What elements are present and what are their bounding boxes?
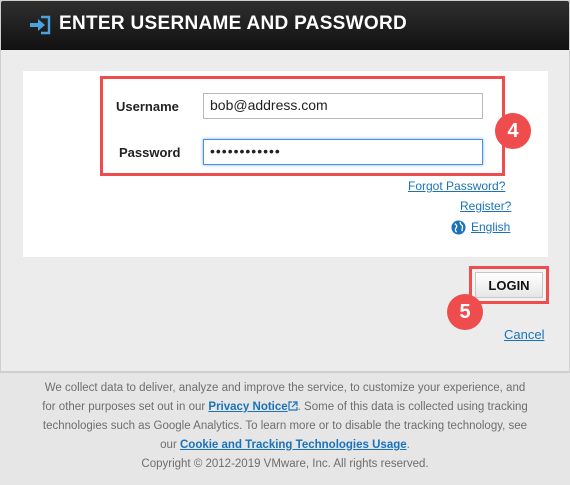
cookie-usage-link[interactable]: Cookie and Tracking Technologies Usage [180, 439, 407, 451]
footer-line-2-suffix: . Some of this data is collected using t… [297, 401, 528, 413]
footer-line-2: for other purposes set out in our Privac… [0, 398, 570, 417]
login-dialog: ENTER USERNAME AND PASSWORD Username bob… [0, 0, 570, 372]
register-link[interactable]: Register? [460, 199, 511, 213]
username-input[interactable]: bob@address.com [203, 93, 483, 119]
footer-line-2-prefix: for other purposes set out in our [42, 401, 209, 413]
copyright-text: Copyright © 2012-2019 VMware, Inc. All r… [141, 458, 429, 470]
password-input[interactable]: •••••••••••• [203, 139, 483, 165]
dialog-header: ENTER USERNAME AND PASSWORD [1, 1, 569, 50]
privacy-footer: We collect data to deliver, analyze and … [0, 372, 570, 485]
password-label: Password [119, 145, 181, 160]
login-button[interactable]: LOGIN [475, 272, 543, 298]
callout-badge-4: 4 [495, 113, 531, 149]
footer-line-1: We collect data to deliver, analyze and … [44, 382, 526, 394]
external-link-icon [288, 401, 298, 411]
language-link[interactable]: English [471, 220, 510, 234]
username-label: Username [116, 99, 179, 114]
callout-highlight-login: LOGIN [469, 266, 549, 304]
sign-in-icon [30, 15, 51, 35]
credentials-panel: Username bob@address.com Password ••••••… [23, 71, 548, 257]
dialog-title: ENTER USERNAME AND PASSWORD [59, 13, 408, 34]
cancel-link[interactable]: Cancel [504, 327, 544, 342]
globe-icon [451, 220, 466, 235]
footer-line-4: our Cookie and Tracking Technologies Usa… [0, 436, 570, 455]
footer-line-3: technologies such as Google Analytics. T… [42, 420, 528, 432]
footer-line-4-prefix: our [160, 439, 180, 451]
forgot-password-link[interactable]: Forgot Password? [408, 179, 505, 193]
privacy-notice-link[interactable]: Privacy Notice [208, 401, 287, 413]
footer-line-4-suffix: . [406, 439, 410, 451]
callout-badge-5: 5 [447, 294, 483, 330]
